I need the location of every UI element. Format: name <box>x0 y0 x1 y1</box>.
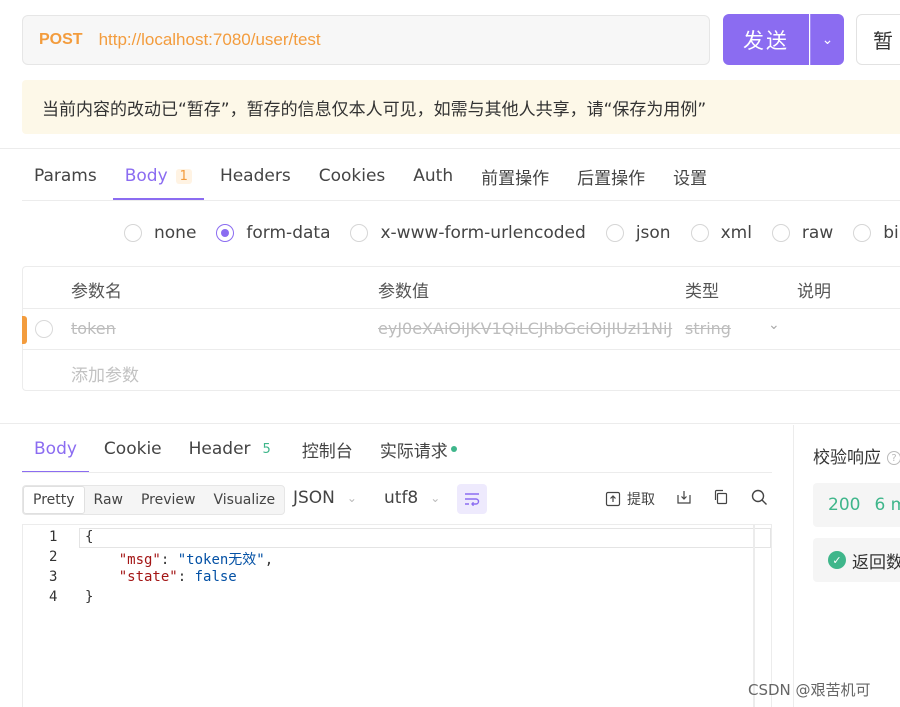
tab-settings[interactable]: 设置 <box>661 152 719 200</box>
tab-auth[interactable]: Auth <box>401 152 465 200</box>
resp-tab-body[interactable]: Body <box>22 425 89 473</box>
column-header: 参数值 <box>378 282 429 302</box>
body-type-selector: none form-data x-www-form-urlencoded jso… <box>124 223 900 243</box>
table-row: token eyJ0eXAiOiJKV1QiLCJhbGciOiJIUzI1Ni… <box>22 309 900 350</box>
wrap-lines-button[interactable] <box>457 484 487 514</box>
column-header: 参数名 <box>71 282 122 302</box>
body-count-badge: 1 <box>175 168 192 184</box>
tab-pre-request[interactable]: 前置操作 <box>469 152 561 200</box>
divider <box>0 148 900 149</box>
watermark: CSDN @艰苦机可 <box>748 681 871 699</box>
divider <box>0 423 900 424</box>
divider <box>22 200 900 201</box>
resp-tab-header[interactable]: Header 5 <box>177 425 287 473</box>
copy-icon <box>714 489 728 505</box>
verify-result[interactable]: ✓ 返回数 <box>813 538 900 582</box>
body-type-raw[interactable]: raw <box>771 223 833 243</box>
radio-icon <box>771 224 790 242</box>
status-dot-icon <box>450 446 457 452</box>
line-number: 1 <box>49 529 58 545</box>
body-type-none[interactable]: none <box>124 223 196 243</box>
radio-icon <box>124 224 142 242</box>
row-enable-checkbox[interactable] <box>35 320 53 338</box>
response-status: 200 6 m <box>813 483 900 527</box>
search-button[interactable] <box>751 489 768 506</box>
response-tabs: Body Cookie Header 5 控制台 实际请求 <box>22 425 472 473</box>
view-mode-group: Pretty Raw Preview Visualize <box>22 485 286 515</box>
body-type-binary[interactable]: binary <box>853 223 900 243</box>
temp-save-notice: 当前内容的改动已“暂存”，暂存的信息仅本人可见，如需与其他人共享，请“保存为用例… <box>22 80 900 134</box>
tab-headers[interactable]: Headers <box>208 152 303 200</box>
radio-icon <box>853 224 872 242</box>
help-icon[interactable]: ? <box>887 451 900 465</box>
code-line: { <box>85 529 94 545</box>
check-circle-icon: ✓ <box>828 551 846 569</box>
body-type-xml[interactable]: xml <box>690 223 752 243</box>
verify-response-title: 校验响应? <box>813 443 900 468</box>
response-time: 6 m <box>874 495 900 515</box>
resp-tab-actual-request[interactable]: 实际请求 <box>368 425 469 473</box>
header-count-badge: 5 <box>262 441 271 457</box>
copy-button[interactable] <box>713 489 729 505</box>
divider <box>22 472 772 473</box>
view-pretty[interactable]: Pretty <box>23 486 85 514</box>
format-select[interactable]: JSON ⌄ <box>293 488 357 508</box>
line-number: 3 <box>49 569 58 585</box>
radio-checked-icon <box>216 224 235 242</box>
view-raw[interactable]: Raw <box>85 486 132 514</box>
code-line: } <box>85 589 94 605</box>
wrap-icon <box>465 493 480 506</box>
tab-cookies[interactable]: Cookies <box>307 152 398 200</box>
chevron-down-icon: ⌄ <box>430 491 441 505</box>
chevron-down-icon: ⌄ <box>346 491 357 505</box>
method-selector[interactable]: POST <box>39 31 83 49</box>
resp-tab-console[interactable]: 控制台 <box>290 425 365 473</box>
search-icon <box>751 489 767 505</box>
url-bar[interactable]: POST http://localhost:7080/user/test <box>22 15 710 65</box>
param-value-cell[interactable]: eyJ0eXAiOiJKV1QiLCJhbGciOiJIUzI1NiJ <box>378 319 676 338</box>
column-header: 类型 <box>685 282 719 302</box>
url-input[interactable]: http://localhost:7080/user/test <box>99 30 321 50</box>
radio-icon <box>350 224 369 242</box>
param-type-cell[interactable]: string <box>685 319 731 338</box>
radio-icon <box>690 224 709 242</box>
download-icon <box>677 491 691 504</box>
param-name-cell[interactable]: token <box>71 319 116 338</box>
chevron-down-icon: ⌄ <box>821 31 834 48</box>
extract-icon <box>605 491 621 507</box>
view-visualize[interactable]: Visualize <box>204 486 284 514</box>
params-table: 参数名 参数值 类型 说明 token eyJ0eXAiOiJKV1QiLCJh… <box>22 266 900 391</box>
send-button[interactable]: 发送 <box>723 14 809 65</box>
extract-button[interactable]: 提取 <box>605 489 655 509</box>
line-number: 2 <box>49 549 58 565</box>
code-line: "msg": "token无效", <box>118 552 274 568</box>
response-body-editor[interactable]: 1 2 3 4 { "msg": "token无效", "state": fal… <box>22 524 772 707</box>
current-line-highlight <box>79 528 771 548</box>
tab-post-request[interactable]: 后置操作 <box>565 152 657 200</box>
radio-icon <box>605 224 624 242</box>
add-param-input[interactable]: 添加参数 <box>71 361 139 386</box>
download-button[interactable] <box>676 489 692 505</box>
tab-params[interactable]: Params <box>22 152 109 200</box>
send-options-button[interactable]: ⌄ <box>810 14 844 65</box>
divider <box>793 425 794 707</box>
resp-tab-cookie[interactable]: Cookie <box>92 425 174 473</box>
body-type-json[interactable]: json <box>605 223 671 243</box>
request-tabs: Params Body 1 Headers Cookies Auth 前置操作 后… <box>22 152 723 200</box>
view-preview[interactable]: Preview <box>132 486 205 514</box>
line-number: 4 <box>49 589 58 605</box>
column-header: 说明 <box>797 282 831 302</box>
tab-body[interactable]: Body 1 <box>112 152 205 200</box>
chevron-down-icon[interactable]: ⌄ <box>768 317 780 333</box>
params-header: 参数名 参数值 类型 说明 <box>23 267 900 309</box>
body-type-form-data[interactable]: form-data <box>216 223 330 243</box>
row-modified-marker <box>22 316 27 344</box>
body-type-urlencoded[interactable]: x-www-form-urlencoded <box>350 223 586 243</box>
code-line: "state": false <box>118 569 237 585</box>
status-code: 200 <box>828 495 861 515</box>
encoding-select[interactable]: utf8 ⌄ <box>384 488 440 508</box>
temp-save-button[interactable]: 暂 <box>856 14 900 65</box>
